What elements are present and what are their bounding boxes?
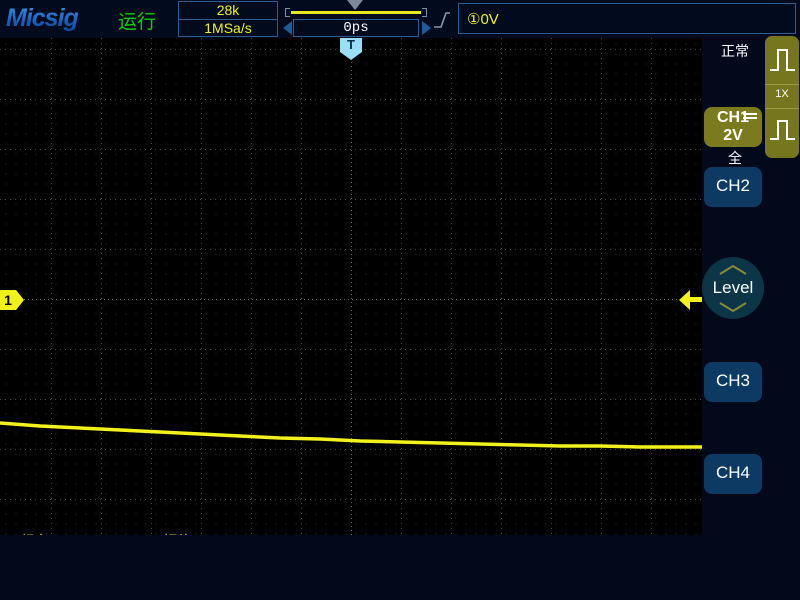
ch4-label: CH4	[715, 463, 750, 482]
rising-edge-icon[interactable]	[432, 10, 452, 30]
position-right-arrow-icon[interactable]	[422, 21, 431, 35]
trigger-source-panel[interactable]: ①0V	[458, 3, 796, 34]
top-status-bar: Micsig 运行 28k 1MSa/s 0ps ①0V	[0, 0, 800, 38]
waveform-plot-area[interactable]: T 1 频率:---- 幅值:880.0mV	[0, 38, 702, 535]
memory-depth-value: 28k	[216, 2, 240, 18]
channel1-button[interactable]: CH1 2V	[704, 107, 762, 147]
sample-rate-value: 1MSa/s	[204, 20, 252, 36]
memory-bar-fill	[291, 11, 421, 14]
memory-bracket-right-icon	[422, 8, 427, 17]
run-state-label[interactable]: 运行	[118, 7, 156, 34]
horizontal-position-panel[interactable]: 0ps	[283, 0, 431, 38]
position-left-arrow-icon[interactable]	[283, 21, 292, 35]
level-label: Level	[712, 278, 754, 297]
trigger-level-knob[interactable]: Level	[702, 257, 764, 319]
probe-increase-button[interactable]	[765, 36, 799, 84]
probe-attenuation-control[interactable]: 1X	[765, 36, 799, 158]
trigger-marker-tip	[340, 52, 362, 60]
sidebar-item-ch3[interactable]: CH3	[704, 362, 762, 402]
trigger-mode-label[interactable]: 正常	[705, 41, 765, 61]
trigger-level-marker[interactable]	[679, 290, 702, 310]
trigger-source-label: ①0V	[467, 11, 499, 28]
horizontal-position-value[interactable]: 0ps	[293, 19, 419, 37]
oscilloscope-screen: Micsig 运行 28k 1MSa/s 0ps ①0V T 1 正常 CH1 …	[0, 0, 800, 600]
level-marker-bar	[688, 297, 702, 302]
ground-marker-number: 1	[4, 292, 12, 308]
chevron-down-icon	[719, 302, 747, 313]
bottom-toolbar: 微调 快速 保存 2ms	[0, 535, 800, 600]
right-sidebar: 正常 CH1 2V 全 1X CH2 Level CH3 CH4	[702, 36, 800, 535]
probe-ratio-label: 1X	[775, 88, 789, 100]
memory-bracket-left-icon	[285, 8, 290, 17]
chevron-up-icon	[719, 264, 747, 275]
waveform-trace	[0, 421, 702, 449]
ch2-label: CH2	[715, 176, 750, 195]
ch3-label: CH3	[715, 371, 750, 390]
channel1-ground-marker[interactable]: 1	[0, 290, 24, 310]
probe-decrease-button[interactable]	[765, 109, 799, 157]
channel1-scale: 2V	[723, 127, 743, 144]
ground-marker-point	[16, 290, 24, 310]
trigger-marker-letter: T	[347, 38, 355, 52]
trigger-position-marker[interactable]: T	[340, 38, 362, 60]
dc-coupling-icon	[743, 113, 757, 121]
channel1-bandwidth-label[interactable]: 全	[705, 148, 765, 168]
acquisition-info-panel[interactable]: 28k 1MSa/s	[178, 1, 278, 37]
position-indicator-icon	[347, 0, 363, 10]
sidebar-item-ch4[interactable]: CH4	[704, 454, 762, 494]
divider	[765, 84, 799, 85]
sidebar-item-ch2[interactable]: CH2	[704, 167, 762, 207]
brand-logo: Micsig	[6, 4, 79, 32]
